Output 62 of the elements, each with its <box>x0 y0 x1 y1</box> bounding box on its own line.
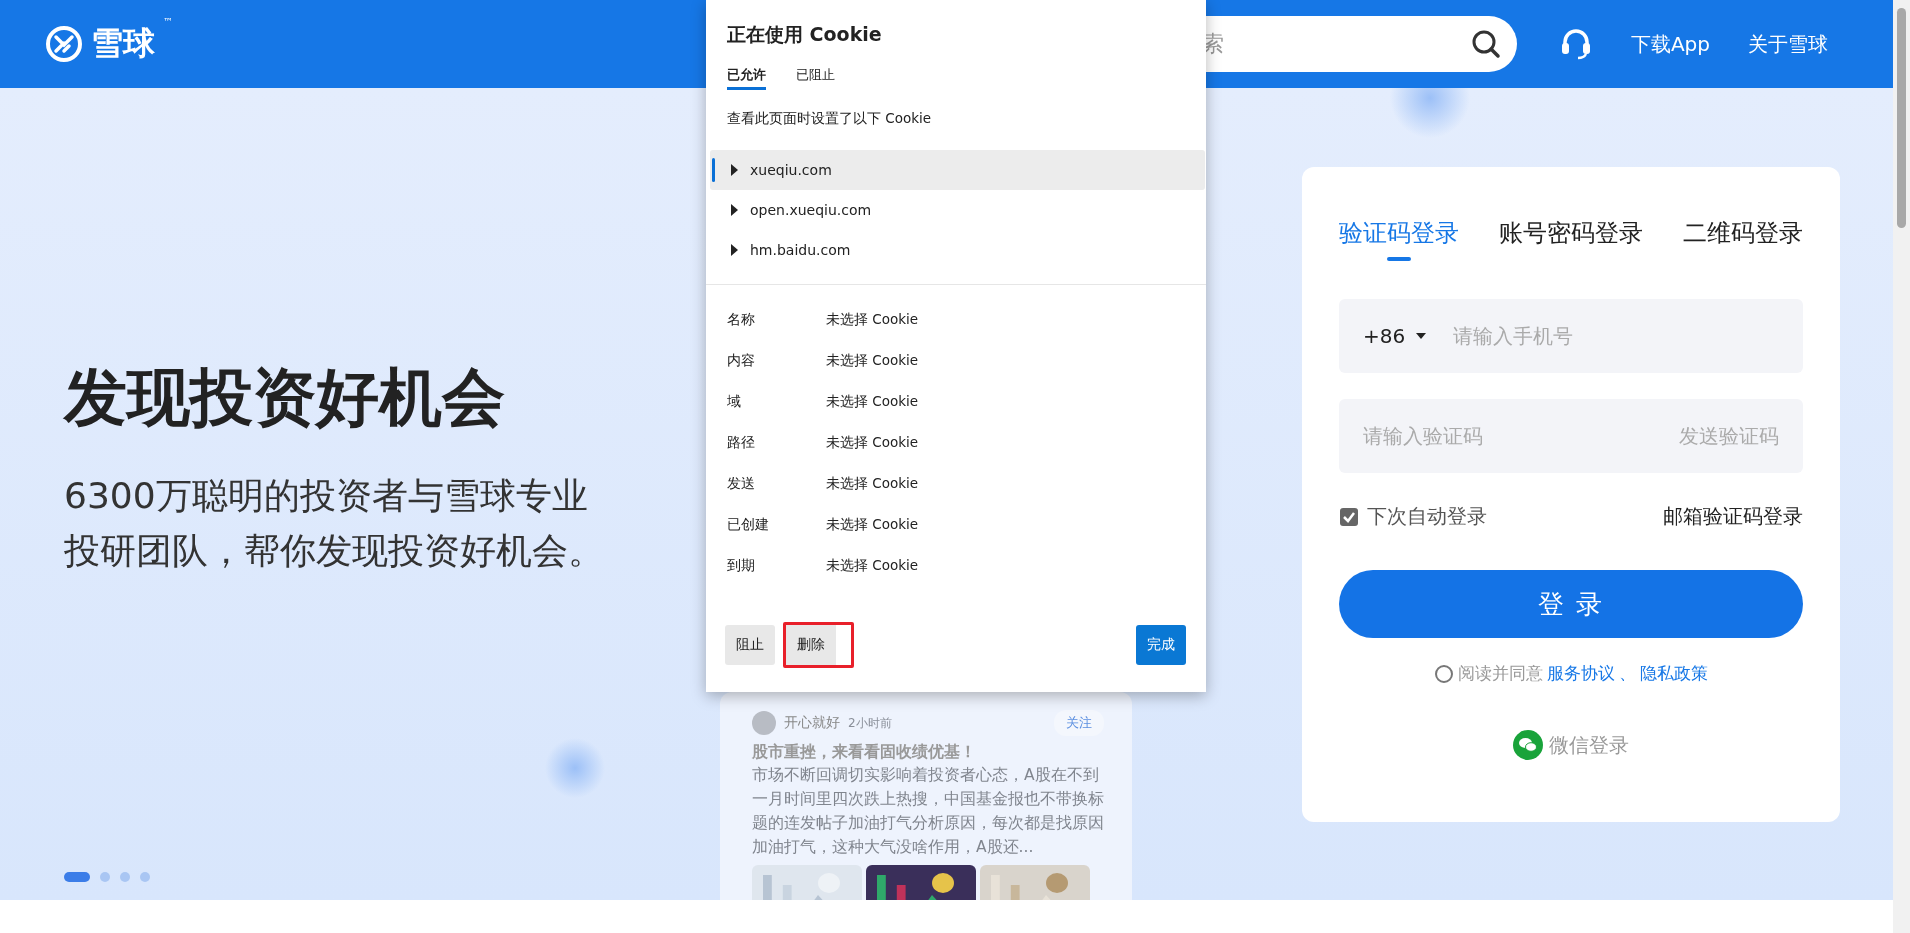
post-time: 2小时前 <box>848 714 893 732</box>
detail-value: 未选择 Cookie <box>826 392 919 411</box>
caret-icon <box>1415 332 1428 340</box>
dialog-button[interactable]: 阻止 <box>725 625 775 665</box>
trademark-mark: ™ <box>163 16 173 27</box>
hero-subtitle: 6300万聪明的投资者与雪球专业 投研团队，帮你发现投资好机会。 <box>64 474 605 573</box>
detail-label: 路径 <box>727 433 756 452</box>
radio-button[interactable] <box>1434 663 1454 684</box>
site-item[interactable]: hm.baidu.com <box>710 230 1205 270</box>
site-item[interactable]: open.xueqiu.com <box>710 190 1205 230</box>
expand-triangle-icon <box>730 244 738 256</box>
author-name: 开心就好 <box>784 714 840 732</box>
scrollbar[interactable] <box>1893 0 1910 933</box>
separator: 、 <box>1619 662 1636 685</box>
logo-icon <box>45 25 83 63</box>
detail-label: 已创建 <box>727 515 770 534</box>
checkbox-label: 下次自动登录 <box>1367 503 1487 530</box>
dialog-tab[interactable]: 已允许 <box>727 66 766 90</box>
post-title: 股市重挫，来看看固收绩优基！ <box>752 742 977 763</box>
dialog-tab[interactable]: 已阻止 <box>796 66 835 90</box>
detail-label: 内容 <box>727 351 756 370</box>
hero-title: 发现投资好机会 <box>64 360 506 436</box>
carousel-dot[interactable] <box>140 872 150 882</box>
carousel-dot[interactable] <box>120 872 130 882</box>
login-tab[interactable]: 账号密码登录 <box>1499 217 1643 261</box>
checkbox[interactable] <box>1339 506 1359 527</box>
detail-value: 未选择 Cookie <box>826 556 919 575</box>
follow-button[interactable]: 关注 <box>1054 710 1104 736</box>
post-body: 市场不断回调切实影响着投资者心态，A股在不到一月时间里四次跌上热搜，中国基金报也不带换标题的连发帖子加油打气分析原因，每次都是找原因加油打气，这种大气没啥作用，A股还... <box>752 765 1104 858</box>
detail-label: 发送 <box>727 474 756 493</box>
email-login-link[interactable]: 邮箱验证码登录 <box>1663 503 1803 530</box>
detail-label: 域 <box>727 392 742 411</box>
chat-bubbles-icon <box>1513 730 1543 760</box>
login-tab[interactable]: 验证码登录 <box>1339 217 1459 261</box>
detail-label: 名称 <box>727 310 756 329</box>
nav-link[interactable]: 下载App <box>1630 30 1710 58</box>
login-tab[interactable]: 二维码登录 <box>1683 217 1803 261</box>
expand-triangle-icon <box>730 164 738 176</box>
country-code-dropdown[interactable]: +86 <box>1363 324 1428 348</box>
detail-value: 未选择 Cookie <box>826 351 919 370</box>
login-button[interactable]: 登 录 <box>1339 570 1803 638</box>
dialog-button[interactable]: 删除 <box>786 625 836 665</box>
detail-value: 未选择 Cookie <box>826 433 919 452</box>
policy-link[interactable]: 隐私政策 <box>1640 662 1708 685</box>
expand-triangle-icon <box>730 204 738 216</box>
detail-value: 未选择 Cookie <box>826 474 919 493</box>
agreement-text: 阅读并同意 <box>1458 662 1543 685</box>
carousel-dot[interactable] <box>100 872 110 882</box>
detail-label: 到期 <box>727 556 756 575</box>
dialog-button[interactable]: 完成 <box>1136 625 1186 665</box>
dialog-description: 查看此页面时设置了以下 Cookie <box>727 110 933 128</box>
nav-link[interactable]: 关于雪球 <box>1748 30 1828 58</box>
policy-link[interactable]: 服务协议 <box>1547 662 1615 685</box>
detail-value: 未选择 Cookie <box>826 515 919 534</box>
wechat-login-button[interactable]: 微信登录 <box>1507 729 1635 761</box>
detail-value: 未选择 Cookie <box>826 310 919 329</box>
dialog-title: 正在使用 Cookie <box>727 22 883 47</box>
search-icon[interactable] <box>1470 29 1501 59</box>
phone-field[interactable]: +86 请输入手机号 <box>1339 299 1803 373</box>
logo-text[interactable]: 雪球 <box>91 22 155 66</box>
avatar-icon <box>752 711 776 735</box>
site-item[interactable]: xueqiu.com <box>710 150 1205 190</box>
